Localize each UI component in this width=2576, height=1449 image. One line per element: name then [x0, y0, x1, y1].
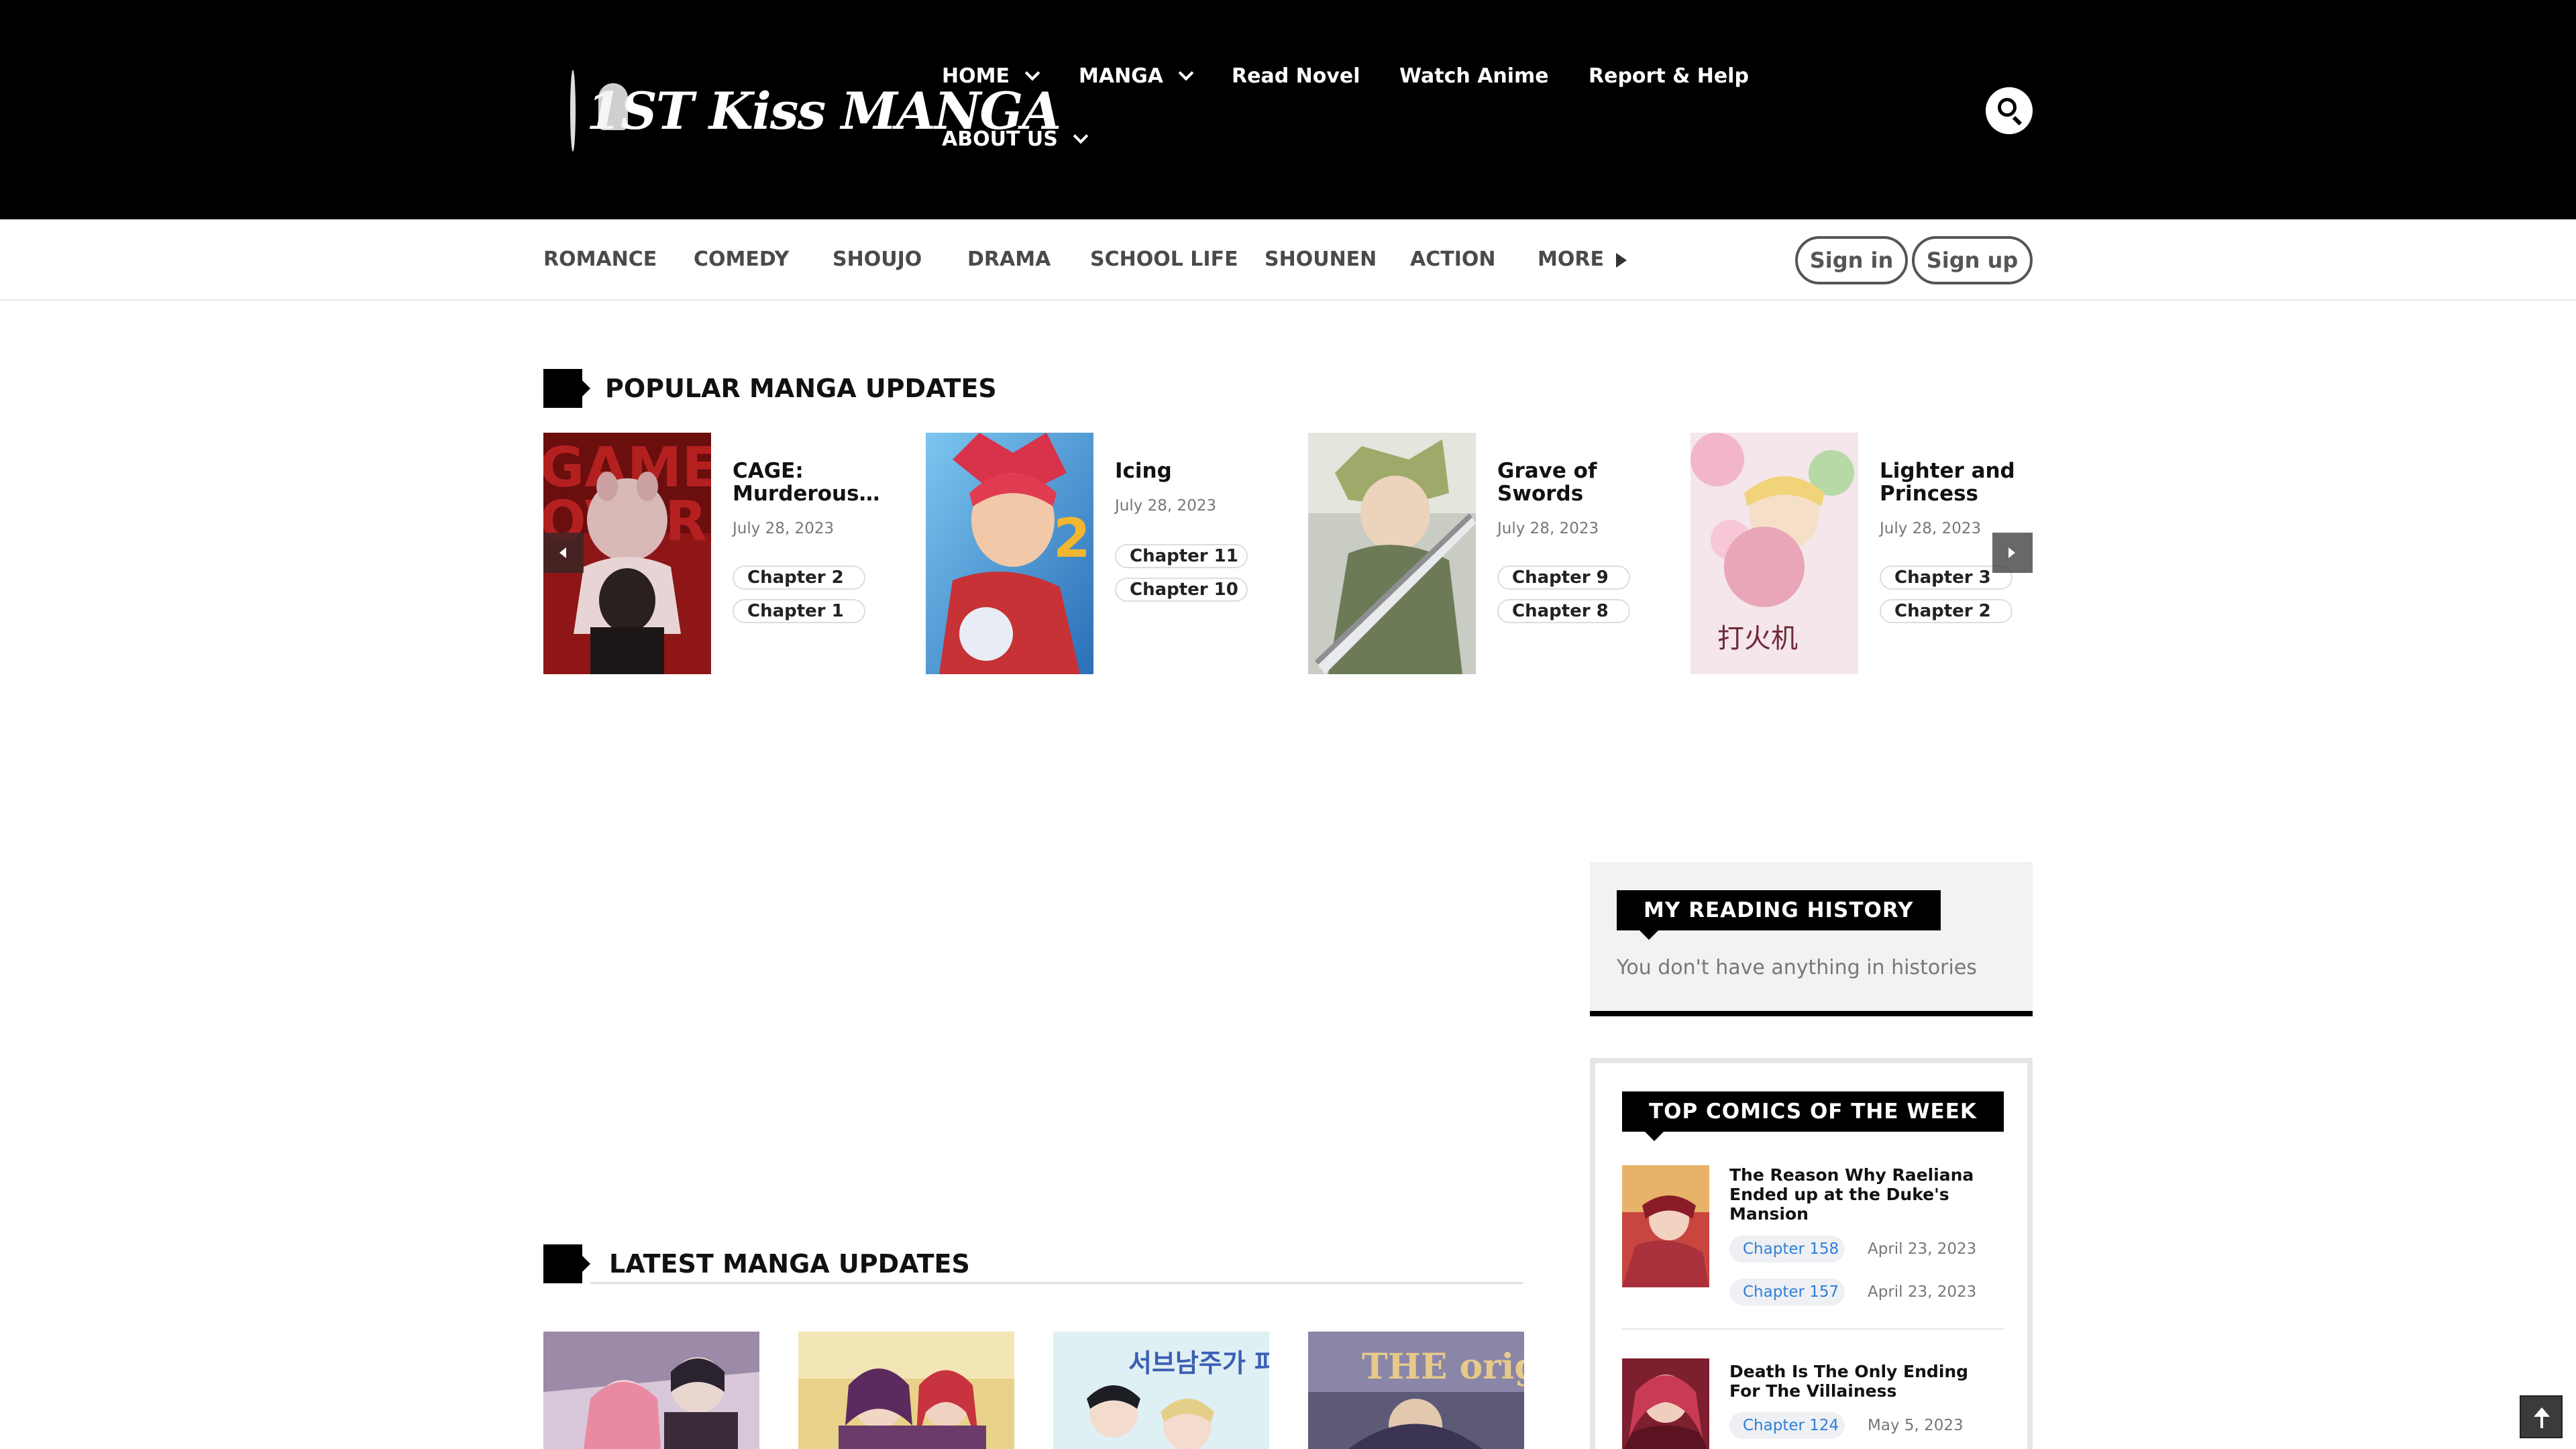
genre-comedy[interactable]: COMEDY: [694, 248, 789, 271]
nav-read-novel[interactable]: Read Novel: [1232, 64, 1360, 88]
search-button[interactable]: [1986, 87, 2033, 134]
nav-manga[interactable]: MANGA: [1079, 64, 1194, 88]
arrow-left-icon: [559, 547, 566, 558]
chapter-link[interactable]: Chapter 9: [1497, 566, 1630, 590]
sign-up-button[interactable]: Sign up: [1912, 236, 2033, 284]
genre-more[interactable]: MORE: [1538, 248, 1627, 271]
nav-report-help[interactable]: Report & Help: [1589, 64, 1749, 88]
section-marker-icon: [543, 369, 590, 408]
top-comics-widget: TOP COMICS OF THE WEEK The Reason Why Ra…: [1590, 1058, 2033, 1449]
popular-card[interactable]: GAME OVER CAGE: Murderous… July 28, 2023…: [543, 433, 906, 674]
chevron-down-icon: [1073, 128, 1089, 144]
chapter-link[interactable]: Chapter 157: [1729, 1279, 1845, 1305]
manga-cover[interactable]: [1308, 433, 1476, 674]
back-to-top-icon: [2534, 1407, 2550, 1417]
latest-manga-cover[interactable]: [798, 1332, 1014, 1449]
reading-history-empty-text: You don't have anything in histories: [1617, 956, 1977, 979]
top-comics-title: TOP COMICS OF THE WEEK: [1622, 1091, 2004, 1141]
genre-more-label: MORE: [1538, 248, 1604, 271]
manga-title[interactable]: Icing: [1115, 460, 1263, 482]
genre-shounen[interactable]: SHOUNEN: [1265, 248, 1377, 271]
logo-badge-icon: [570, 70, 628, 152]
nav-home-label: HOME: [942, 64, 1010, 88]
manga-title[interactable]: Lighter and Princess: [1880, 460, 2027, 505]
slider-next-button[interactable]: [1992, 533, 2033, 573]
chapter-link[interactable]: Chapter 2: [733, 566, 865, 590]
chapter-link[interactable]: Chapter 1: [733, 599, 865, 623]
manga-title[interactable]: CAGE: Murderous…: [733, 460, 880, 505]
site-header: 1ST Kiss MANGA HOME MANGA Read Novel Wat…: [0, 0, 2576, 219]
section-marker-icon: [543, 1244, 590, 1283]
chevron-down-icon: [1178, 65, 1194, 80]
chevron-down-icon: [1024, 65, 1040, 80]
popular-card[interactable]: Grave of Swords July 28, 2023 Chapter 9 …: [1308, 433, 1670, 674]
search-icon: [1998, 98, 2017, 117]
chapter-link[interactable]: Chapter 158: [1729, 1236, 1845, 1263]
nav-manga-label: MANGA: [1079, 64, 1164, 88]
latest-title-rule: [590, 1282, 1523, 1284]
chapter-link[interactable]: Chapter 2: [1880, 599, 2012, 623]
manga-date: July 28, 2023: [733, 520, 835, 537]
comic-cover[interactable]: [1622, 1165, 1709, 1287]
chapter-date: April 23, 2023: [1868, 1240, 1977, 1258]
genre-shoujo[interactable]: SHOUJO: [833, 248, 922, 271]
latest-manga-cover[interactable]: [543, 1332, 759, 1449]
cover-origin-title: THE origin: [1362, 1346, 1524, 1387]
genre-drama[interactable]: DRAMA: [967, 248, 1051, 271]
cover-korean-title: 서브남주가 파업하면 생기는 일: [1128, 1348, 1269, 1378]
divider: [1622, 1328, 2004, 1330]
nav-about-us-label: ABOUT US: [942, 127, 1058, 151]
caret-right-icon: [1615, 252, 1627, 268]
manga-date: July 28, 2023: [1497, 520, 1599, 537]
chapter-date: April 23, 2023: [1868, 1283, 1977, 1301]
manga-date: July 28, 2023: [1880, 520, 1982, 537]
latest-manga-cover[interactable]: 서브남주가 파업하면 생기는 일: [1053, 1332, 1269, 1449]
latest-title-text: LATEST MANGA UPDATES: [609, 1249, 970, 1279]
svg-text:打火机: 打火机: [1717, 623, 1798, 654]
latest-section-title: LATEST MANGA UPDATES: [543, 1244, 970, 1283]
manga-cover[interactable]: 2: [926, 433, 1093, 674]
site-logo[interactable]: 1ST Kiss MANGA: [570, 67, 1061, 154]
chapter-link[interactable]: Chapter 8: [1497, 599, 1630, 623]
chapter-link[interactable]: Chapter 124: [1729, 1412, 1845, 1439]
popular-section-title: POPULAR MANGA UPDATES: [543, 369, 997, 408]
nav-watch-anime[interactable]: Watch Anime: [1399, 64, 1549, 88]
genre-action[interactable]: ACTION: [1410, 248, 1495, 271]
comic-title[interactable]: Death Is The Only Ending For The Villain…: [1729, 1362, 1998, 1401]
reading-history-widget: MY READING HISTORY You don't have anythi…: [1590, 862, 2033, 1016]
comic-title[interactable]: The Reason Why Raeliana Ended up at the …: [1729, 1165, 1998, 1224]
manga-date: July 28, 2023: [1115, 497, 1217, 515]
arrow-right-icon: [2008, 547, 2015, 558]
popular-title-text: POPULAR MANGA UPDATES: [605, 374, 997, 403]
chapter-link[interactable]: Chapter 10: [1115, 578, 1248, 602]
reading-history-title: MY READING HISTORY: [1617, 890, 1941, 940]
manga-title[interactable]: Grave of Swords: [1497, 460, 1645, 505]
genre-school-life[interactable]: SCHOOL LIFE: [1090, 248, 1238, 271]
search-icon-handle: [2012, 115, 2023, 126]
latest-manga-cover[interactable]: THE origin: [1308, 1332, 1524, 1449]
comic-cover[interactable]: [1622, 1358, 1709, 1449]
svg-text:2: 2: [1053, 507, 1091, 570]
slider-prev-button[interactable]: [543, 533, 584, 573]
back-to-top-icon-stem: [2540, 1416, 2543, 1428]
sign-in-button[interactable]: Sign in: [1795, 236, 1908, 284]
genre-bar: ROMANCE COMEDY SHOUJO DRAMA SCHOOL LIFE …: [0, 219, 2576, 301]
manga-cover[interactable]: 打火机: [1690, 433, 1858, 674]
back-to-top-button[interactable]: [2520, 1395, 2563, 1438]
nav-home[interactable]: HOME: [942, 64, 1040, 88]
popular-card[interactable]: 2 Icing July 28, 2023 Chapter 11 Chapter…: [926, 433, 1288, 674]
nav-about-us[interactable]: ABOUT US: [942, 127, 1089, 151]
genre-romance[interactable]: ROMANCE: [543, 248, 657, 271]
chapter-link[interactable]: Chapter 11: [1115, 544, 1248, 568]
chapter-date: May 5, 2023: [1868, 1417, 1964, 1434]
